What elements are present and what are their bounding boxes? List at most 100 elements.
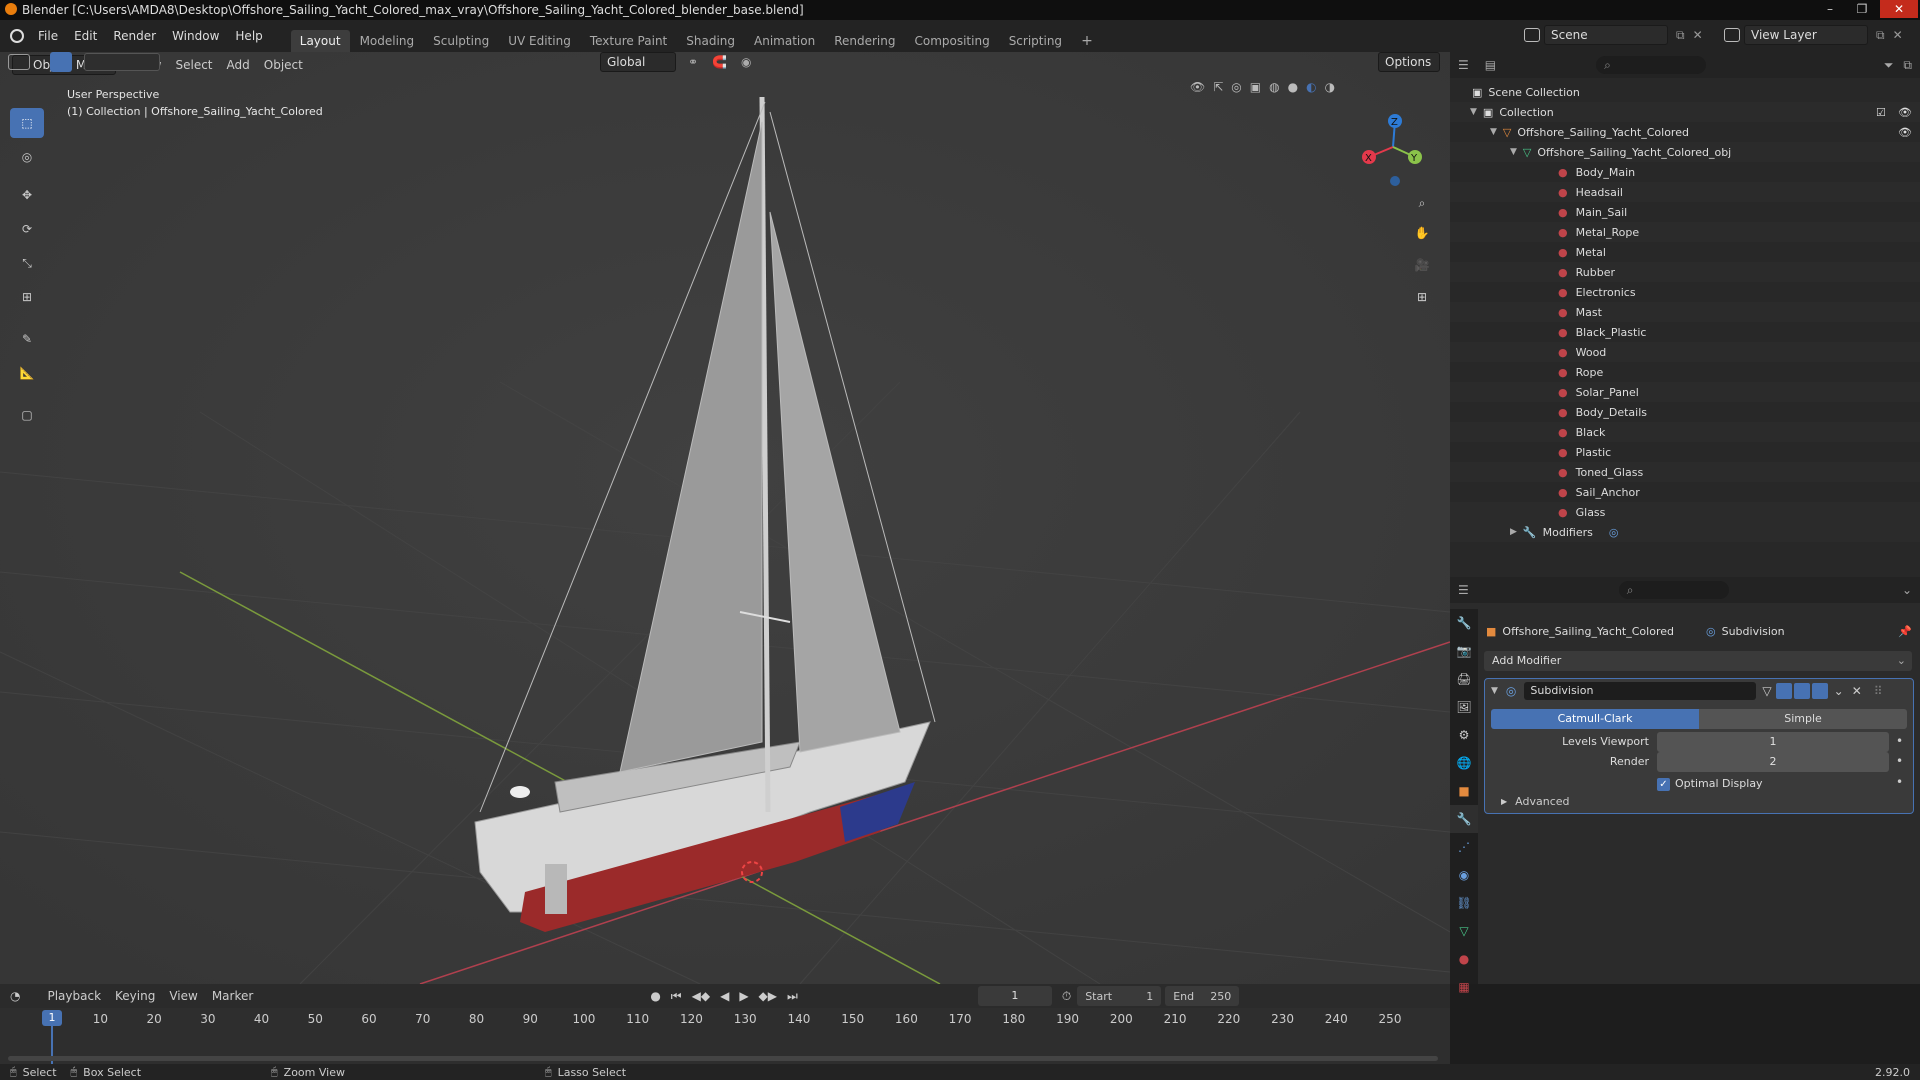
transform-tool[interactable]: ⊞ [10,282,44,312]
collection-row[interactable]: ▼ ▣ Collection ☑ 👁 [1450,102,1920,122]
scene-field[interactable]: Scene [1544,25,1668,45]
material-row[interactable]: ● Solar_Panel [1450,382,1920,402]
delete-scene-icon[interactable]: ✕ [1693,28,1703,42]
keyframe-dot-icon[interactable]: • [1896,775,1903,789]
menu-edit[interactable]: Edit [66,20,105,52]
rotate-tool[interactable]: ⟳ [10,214,44,244]
solid-shading-icon[interactable]: ● [1288,80,1298,94]
cursor-tool[interactable]: ◎ [10,142,44,172]
menu-file[interactable]: File [30,20,66,52]
options-dropdown[interactable]: Options [1378,52,1440,72]
scale-tool[interactable]: ⤡ [10,248,44,278]
editor-type-icon[interactable] [8,54,30,70]
tab-animation[interactable]: Animation [745,30,824,52]
visibility-icon[interactable]: 👁 [1190,80,1205,94]
menu-help[interactable]: Help [227,20,270,52]
add-workspace-button[interactable]: + [1072,30,1102,52]
tab-layout[interactable]: Layout [290,30,350,52]
keyframe-dot-icon[interactable]: • [1896,734,1903,748]
render-tab-icon[interactable]: 📷 [1450,637,1478,665]
pin-icon[interactable]: 📌 [1898,625,1912,638]
object-tab-icon[interactable]: ■ [1450,777,1478,805]
material-row[interactable]: ● Mast [1450,302,1920,322]
stopwatch-icon[interactable]: ⏱ [1062,989,1071,1004]
new-collection-icon[interactable]: ⧉ [1903,58,1912,73]
wireframe-shading-icon[interactable]: ◍ [1269,80,1279,94]
material-row[interactable]: ● Headsail [1450,182,1920,202]
collapse-icon[interactable]: ▼ [1490,127,1497,137]
modifier-name-field[interactable]: Subdivision [1524,682,1757,700]
material-row[interactable]: ● Metal [1450,242,1920,262]
mesh-row[interactable]: ▼ ▽ Offshore_Sailing_Yacht_Colored_obj [1450,142,1920,162]
material-row[interactable]: ● Toned_Glass [1450,462,1920,482]
snap-icon[interactable]: 🧲 [712,55,727,69]
next-keyframe-icon[interactable]: ◆▶ [759,989,777,1003]
gizmo-toggle-icon[interactable]: ⇱ [1213,80,1223,94]
material-row[interactable]: ● Glass [1450,502,1920,522]
camera-view-icon[interactable]: 🎥 [1409,252,1435,278]
timeline-menu-view[interactable]: View [162,989,204,1003]
menu-render[interactable]: Render [105,20,164,52]
jump-end-icon[interactable]: ⏭ [787,989,798,1004]
playhead-frame[interactable]: 1 [42,1010,62,1026]
record-icon[interactable]: ● [650,989,660,1003]
tab-shading[interactable]: Shading [677,30,744,52]
rendered-shading-icon[interactable]: ◑ [1325,80,1335,94]
scene-tab-icon[interactable]: ⚙ [1450,721,1478,749]
edit-mode-toggle-icon[interactable]: ▽ [1762,684,1771,698]
modifier-menu-icon[interactable]: ⌄ [1834,684,1844,698]
viewport-scene[interactable] [0,52,1450,984]
maximize-button[interactable]: ❐ [1848,0,1876,18]
exclude-checkbox-icon[interactable]: ☑ [1876,106,1886,119]
timeline-editor-icon[interactable]: ◔ [10,989,20,1003]
material-row[interactable]: ● Main_Sail [1450,202,1920,222]
material-tab-icon[interactable]: ● [1450,945,1478,973]
object-visibility-icon[interactable]: 👁 [1898,126,1912,139]
orientation-dropdown[interactable]: Global [600,52,676,72]
close-window-button[interactable]: ✕ [1880,0,1918,18]
render-levels-field[interactable]: 2 [1657,752,1889,772]
catmull-clark-button[interactable]: Catmull-Clark [1491,709,1699,729]
view-layer-tab-icon[interactable]: 🖼 [1450,693,1478,721]
expand-icon[interactable]: ▶ [1510,527,1517,537]
play-icon[interactable]: ▶ [739,989,748,1003]
timeline-menu-marker[interactable]: Marker [205,989,260,1003]
delete-viewlayer-icon[interactable]: ✕ [1893,28,1903,42]
collection-visibility-icon[interactable]: 👁 [1898,106,1912,119]
tool-tab-icon[interactable]: 🔧 [1450,609,1478,637]
particles-tab-icon[interactable]: ⋰ [1450,833,1478,861]
properties-editor-icon[interactable]: ☰ [1458,583,1469,597]
material-row[interactable]: ● Metal_Rope [1450,222,1920,242]
tab-scripting[interactable]: Scripting [1000,30,1071,52]
tab-texture-paint[interactable]: Texture Paint [581,30,676,52]
3d-viewport[interactable]: Object Mode View Select Add Object Globa… [0,52,1450,984]
tab-sculpting[interactable]: Sculpting [424,30,498,52]
menu-window[interactable]: Window [164,20,227,52]
material-row[interactable]: ● Body_Main [1450,162,1920,182]
new-scene-icon[interactable]: ⧉ [1676,28,1685,43]
collapse-icon[interactable]: ▼ [1510,147,1517,157]
material-row[interactable]: ● Rope [1450,362,1920,382]
material-row[interactable]: ● Rubber [1450,262,1920,282]
material-shading-icon[interactable]: ◐ [1306,80,1316,94]
add-modifier-dropdown[interactable]: Add Modifier ⌄ [1484,651,1912,671]
timeline-scrollbar[interactable] [8,1056,1438,1061]
selection-mode-icons[interactable] [84,53,160,71]
viewport-menu-add[interactable]: Add [220,58,257,72]
start-frame-field[interactable]: Start 1 [1077,986,1162,1006]
new-viewlayer-icon[interactable]: ⧉ [1876,28,1885,43]
pan-hand-icon[interactable]: ✋ [1409,220,1435,246]
advanced-subpanel[interactable]: ▶ Advanced [1501,795,1570,808]
physics-tab-icon[interactable]: ◉ [1450,861,1478,889]
proportional-edit-icon[interactable]: ◉ [741,55,751,69]
constraints-tab-icon[interactable]: ⛓ [1450,889,1478,917]
material-row[interactable]: ● Body_Details [1450,402,1920,422]
xray-icon[interactable]: ▣ [1250,80,1261,94]
material-row[interactable]: ● Plastic [1450,442,1920,462]
select-tool-icon[interactable] [50,52,72,72]
play-reverse-icon[interactable]: ◀ [720,989,729,1003]
material-row[interactable]: ● Electronics [1450,282,1920,302]
annotate-tool[interactable]: ✎ [10,324,44,354]
tab-compositing[interactable]: Compositing [905,30,998,52]
measure-tool[interactable]: 📐 [10,358,44,388]
